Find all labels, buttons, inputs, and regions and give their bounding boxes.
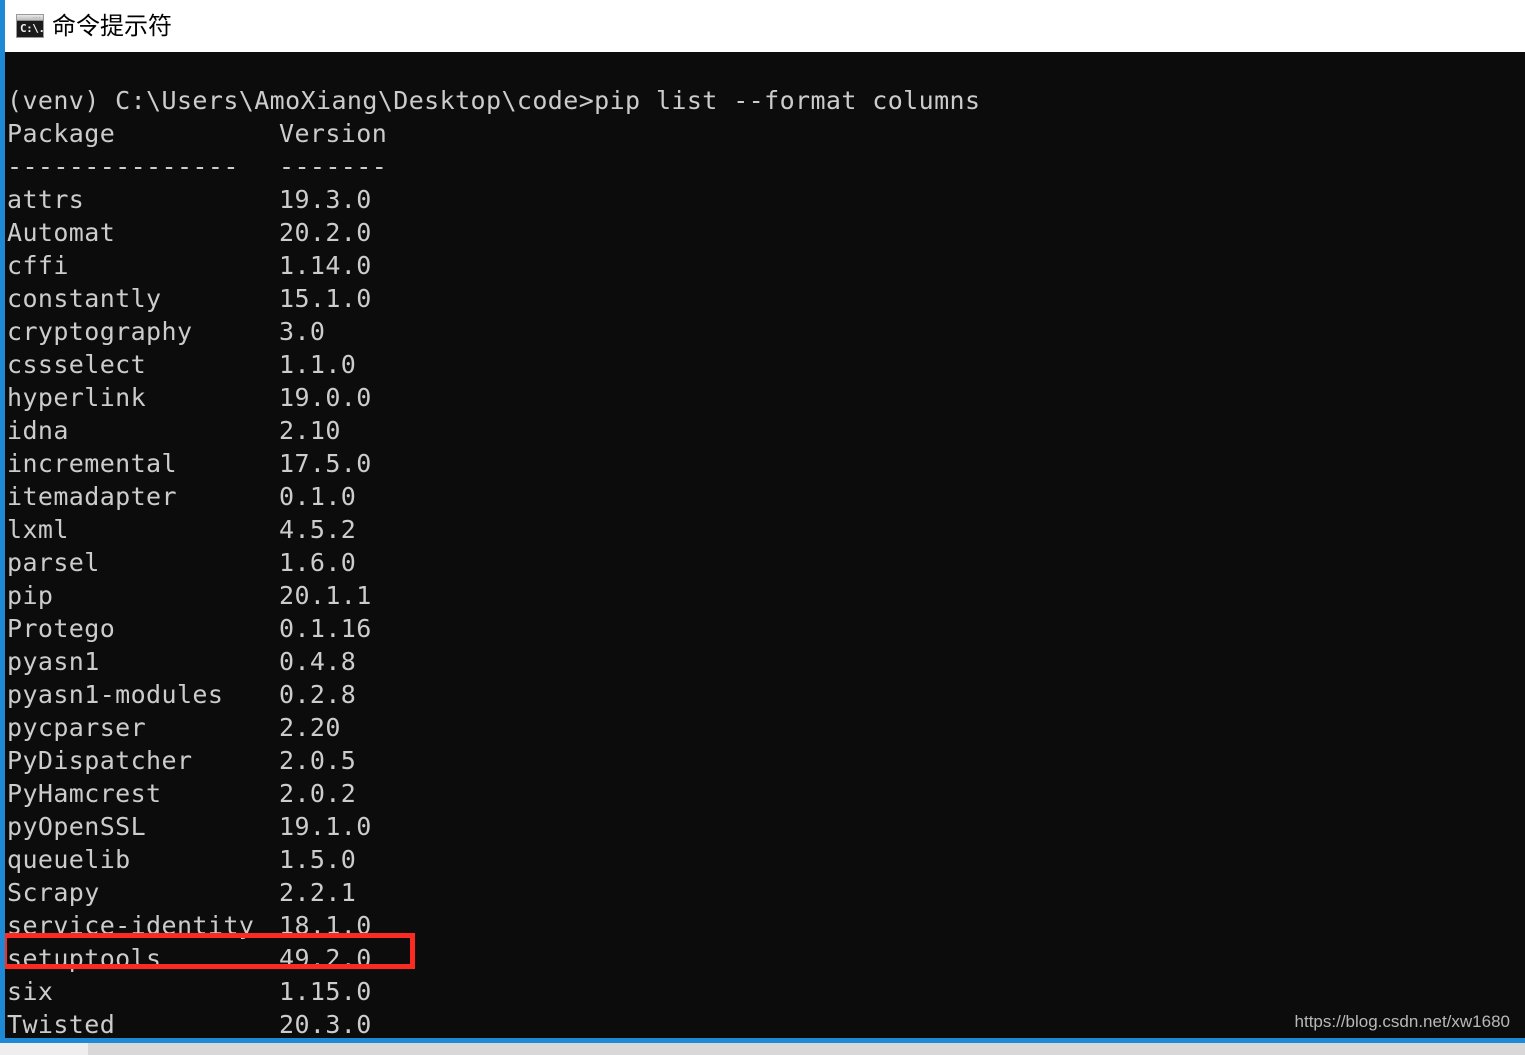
package-version: 2.2.1 [279,878,357,907]
package-name: parsel [7,548,100,577]
package-version: 0.2.8 [279,680,357,709]
package-row: Scrapy 2.2.1 [7,876,980,909]
package-version: 1.5.0 [279,845,357,874]
package-name: cffi [7,251,69,280]
prompt-line: (venv) C:\Users\AmoXiang\Desktop\code>pi… [7,86,981,115]
package-version: 1.15.0 [279,977,372,1006]
package-name: idna [7,416,69,445]
package-row: queuelib 1.5.0 [7,843,980,876]
package-row: cssselect 1.1.0 [7,348,980,381]
package-version: 15.1.0 [279,284,372,313]
package-row: pyOpenSSL 19.1.0 [7,810,980,843]
package-row: PyDispatcher 2.0.5 [7,744,980,777]
desktop-tile [0,1043,88,1055]
package-name: attrs [7,185,85,214]
package-row: pyasn1-modules 0.2.8 [7,678,980,711]
package-name: Twisted [7,1010,116,1038]
package-row: incremental 17.5.0 [7,447,980,480]
package-name: hyperlink [7,383,147,412]
package-name: itemadapter [7,482,177,511]
package-version: 3.0 [279,317,326,346]
package-name: pycparser [7,713,147,742]
watermark-url: https://blog.csdn.net/xw1680 [1294,1012,1510,1031]
package-row: itemadapter 0.1.0 [7,480,980,513]
package-version: 19.0.0 [279,383,372,412]
cmd-icon: ··· C:\. [16,14,44,38]
column-separator-row: --------------- ------- [7,150,980,183]
package-version: 49.2.0 [279,944,372,973]
package-name: pyasn1-modules [7,680,224,709]
package-name: pyOpenSSL [7,812,147,841]
package-row: idna 2.10 [7,414,980,447]
package-version: 2.10 [279,416,341,445]
package-row: pip 20.1.1 [7,579,980,612]
package-version: 2.20 [279,713,341,742]
package-row: cryptography 3.0 [7,315,980,348]
package-name: Protego [7,614,116,643]
package-name: Automat [7,218,116,247]
package-name: lxml [7,515,69,544]
package-version: 20.2.0 [279,218,372,247]
column-header-version: Version [279,119,388,148]
package-version: 1.14.0 [279,251,372,280]
package-version: 4.5.2 [279,515,357,544]
package-version: 19.1.0 [279,812,372,841]
package-name: PyDispatcher [7,746,193,775]
package-row: constantly 15.1.0 [7,282,980,315]
command-prompt-window: ··· C:\. 命令提示符 (venv) C:\Users\AmoXiang\… [0,0,1525,1043]
package-row: Automat 20.2.0 [7,216,980,249]
package-row: Protego 0.1.16 [7,612,980,645]
package-row: setuptools 49.2.0 [7,942,980,975]
package-row: six 1.15.0 [7,975,980,1008]
package-version: 0.1.16 [279,614,372,643]
package-name: six [7,977,54,1006]
package-row: hyperlink 19.0.0 [7,381,980,414]
cmd-icon-prompt-glyph: C:\. [20,22,44,35]
package-version: 2.0.2 [279,779,357,808]
window-titlebar[interactable]: ··· C:\. 命令提示符 [5,0,1525,52]
terminal-output-area[interactable]: (venv) C:\Users\AmoXiang\Desktop\code>pi… [5,52,1525,1038]
package-row: pyasn1 0.4.8 [7,645,980,678]
column-header-package: Package [7,119,116,148]
package-row: Twisted 20.3.0 [7,1008,980,1038]
cmd-icon-buttons: ··· [33,15,41,21]
package-row: attrs 19.3.0 [7,183,980,216]
package-version: 1.6.0 [279,548,357,577]
package-row: service-identity 18.1.0 [7,909,980,942]
package-name: cryptography [7,317,193,346]
package-name: pyasn1 [7,647,100,676]
separator-version: ------- [279,152,388,181]
package-row: lxml 4.5.2 [7,513,980,546]
package-version: 17.5.0 [279,449,372,478]
package-name: PyHamcrest [7,779,162,808]
package-name: setuptools [7,944,162,973]
package-name: pip [7,581,54,610]
package-name: Scrapy [7,878,100,907]
package-name: service-identity [7,911,255,940]
package-version: 0.4.8 [279,647,357,676]
package-row: PyHamcrest 2.0.2 [7,777,980,810]
package-version: 20.1.1 [279,581,372,610]
package-version: 19.3.0 [279,185,372,214]
package-version: 18.1.0 [279,911,372,940]
separator-package: --------------- [7,152,239,181]
package-version: 0.1.0 [279,482,357,511]
package-name: constantly [7,284,162,313]
column-header-row: Package Version [7,117,980,150]
package-row: pycparser 2.20 [7,711,980,744]
package-version: 2.0.5 [279,746,357,775]
package-version: 20.3.0 [279,1010,372,1038]
window-title: 命令提示符 [52,12,172,40]
package-version: 1.1.0 [279,350,357,379]
package-row: cffi 1.14.0 [7,249,980,282]
package-name: incremental [7,449,177,478]
desktop-background-strip [0,1043,1525,1055]
package-name: queuelib [7,845,131,874]
package-row: parsel 1.6.0 [7,546,980,579]
package-name: cssselect [7,350,147,379]
console-text: (venv) C:\Users\AmoXiang\Desktop\code>pi… [5,52,980,1038]
